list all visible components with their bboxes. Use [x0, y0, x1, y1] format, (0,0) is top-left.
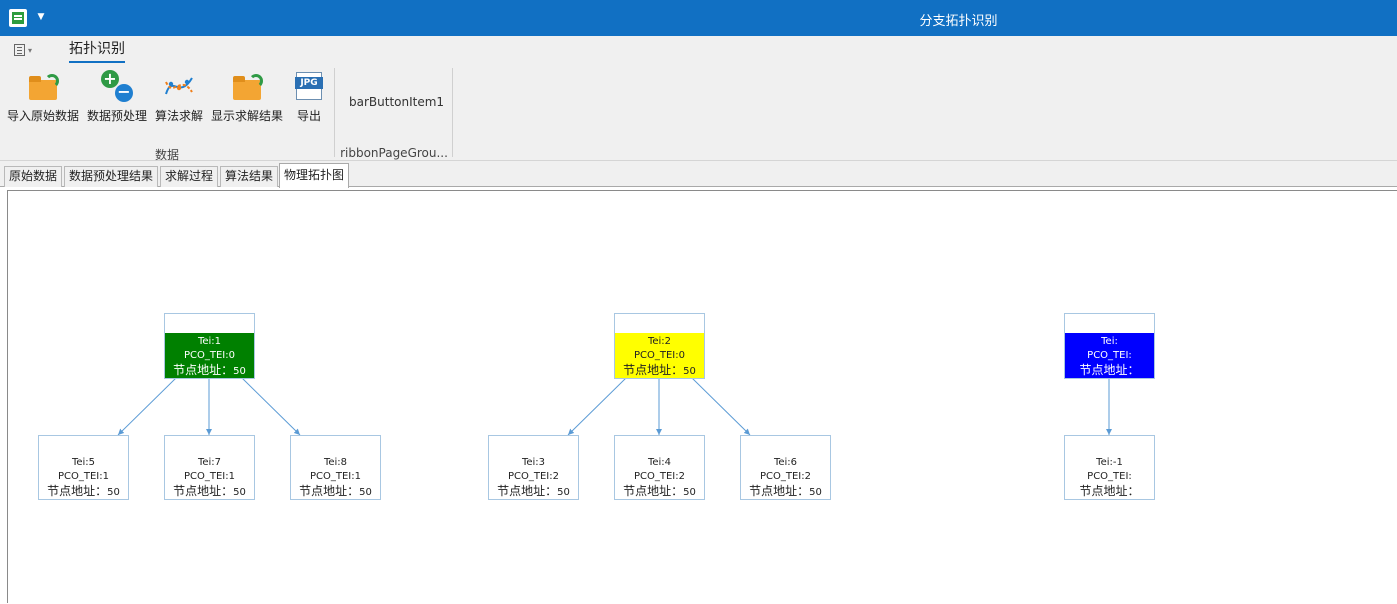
algorithm-solve-button[interactable]: 算法求解 — [155, 70, 203, 124]
node-address-value: 50 — [107, 487, 120, 498]
edge — [567, 377, 627, 436]
topology-canvas[interactable]: Tei:1 PCO_TEI:0 节点地址：50 Tei:5 PCO_TEI:1 … — [7, 190, 1397, 603]
show-result-label: 显示求解结果 — [211, 109, 284, 123]
title-bar: ▼ 分支拓扑识别 — [0, 0, 1397, 36]
topology-node-leaf[interactable]: Tei:4 PCO_TEI:2 节点地址：50 — [614, 435, 705, 500]
document-tab-bar: 原始数据 数据预处理结果 求解过程 算法结果 物理拓扑图 — [0, 161, 1397, 188]
node-address-value: 50 — [359, 487, 372, 498]
node-pco-tei: PCO_TEI: — [1087, 350, 1132, 361]
node-address-label: 节点地址： — [497, 484, 558, 498]
node-tei: Tei:7 — [197, 457, 222, 468]
node-tei: Tei:8 — [323, 457, 348, 468]
curve-algorithm-icon — [163, 70, 195, 102]
import-raw-data-label: 导入原始数据 — [7, 109, 80, 123]
edge — [691, 377, 751, 436]
node-address-label: 节点地址： — [173, 363, 234, 377]
node-address-value: 50 — [557, 487, 570, 498]
node-pco-tei: PCO_TEI:1 — [310, 471, 361, 482]
topology-node-leaf[interactable]: Tei:3 PCO_TEI:2 节点地址：50 — [488, 435, 579, 500]
ribbon-panel: 导入原始数据 + − 数据预处理 算法求解 显示求解结果 JPG 导出 数据 b… — [0, 64, 1397, 162]
node-tei: Tei:4 — [647, 457, 672, 468]
node-pco-tei: PCO_TEI:0 — [634, 350, 685, 361]
node-tei: Tei:5 — [71, 457, 96, 468]
node-tei: Tei:3 — [521, 457, 546, 468]
folder-import-icon — [27, 70, 59, 102]
node-pco-tei: PCO_TEI:2 — [634, 471, 685, 482]
window-title: 分支拓扑识别 — [919, 14, 998, 29]
node-pco-tei: PCO_TEI:0 — [184, 350, 235, 361]
group-separator — [334, 68, 335, 157]
node-tei: Tei:-1 — [1096, 457, 1123, 468]
tab-preprocess-result[interactable]: 数据预处理结果 — [64, 166, 159, 187]
topology-node-root[interactable]: Tei:2 PCO_TEI:0 节点地址：50 — [614, 313, 705, 379]
node-address-label: 节点地址： — [47, 484, 108, 498]
node-address-label: 节点地址： — [623, 484, 684, 498]
node-address-label: 节点地址： — [1079, 484, 1140, 498]
node-pco-tei: PCO_TEI:1 — [184, 471, 235, 482]
node-tei: Tei:1 — [197, 336, 222, 347]
topology-node-root[interactable]: Tei:1 PCO_TEI:0 节点地址：50 — [164, 313, 255, 379]
node-tei: Tei:2 — [647, 336, 672, 347]
node-pco-tei: PCO_TEI:1 — [58, 471, 109, 482]
tab-raw-data[interactable]: 原始数据 — [4, 166, 63, 187]
topology-node-leaf[interactable]: Tei:6 PCO_TEI:2 节点地址：50 — [740, 435, 831, 500]
ribbon-tab-bar: ▾ 拓扑识别 — [0, 36, 1397, 64]
export-label: 导出 — [296, 109, 321, 123]
node-pco-tei: PCO_TEI:2 — [760, 471, 811, 482]
node-address-label: 节点地址： — [1079, 363, 1140, 377]
node-address-label: 节点地址： — [623, 363, 684, 377]
show-result-button[interactable]: 显示求解结果 — [211, 70, 283, 124]
bar-button-item[interactable]: barButtonItem1 — [349, 95, 444, 109]
algorithm-solve-label: 算法求解 — [155, 109, 204, 123]
topology-node-root[interactable]: Tei: PCO_TEI: 节点地址： — [1064, 313, 1155, 379]
node-address-label: 节点地址： — [173, 484, 234, 498]
edge — [117, 377, 177, 436]
preprocess-data-button[interactable]: + − 数据预处理 — [87, 70, 147, 124]
topology-node-leaf[interactable]: Tei:-1 PCO_TEI: 节点地址： — [1064, 435, 1155, 500]
node-tei: Tei: — [1101, 336, 1118, 347]
node-address-value: 50 — [809, 487, 822, 498]
node-address-value: 50 — [683, 366, 696, 377]
tab-algorithm-result[interactable]: 算法结果 — [220, 166, 279, 187]
ribbon-tab-topology[interactable]: 拓扑识别 — [69, 41, 125, 63]
jpg-export-icon: JPG — [293, 70, 325, 102]
topology-node-leaf[interactable]: Tei:7 PCO_TEI:1 节点地址：50 — [164, 435, 255, 500]
topology-node-leaf[interactable]: Tei:8 PCO_TEI:1 节点地址：50 — [290, 435, 381, 500]
node-address-value: 50 — [233, 487, 246, 498]
node-address-label: 节点地址： — [749, 484, 810, 498]
topology-edges — [117, 377, 1112, 436]
jpg-badge: JPG — [295, 77, 323, 89]
add-remove-icon: + − — [101, 70, 133, 102]
folder-result-icon — [231, 70, 263, 102]
group-label-ribbon-page-group: ribbonPageGrou... — [340, 146, 448, 160]
export-button[interactable]: JPG 导出 — [293, 70, 325, 124]
group-separator — [452, 68, 453, 157]
application-menu-icon[interactable]: ▾ — [14, 44, 36, 57]
node-address-value: 50 — [683, 487, 696, 498]
import-raw-data-button[interactable]: 导入原始数据 — [7, 70, 79, 124]
node-pco-tei: PCO_TEI:2 — [508, 471, 559, 482]
node-address-label: 节点地址： — [299, 484, 360, 498]
topology-node-leaf[interactable]: Tei:5 PCO_TEI:1 节点地址：50 — [38, 435, 129, 500]
node-pco-tei: PCO_TEI: — [1087, 471, 1132, 482]
edge — [241, 377, 301, 436]
node-tei: Tei:6 — [773, 457, 798, 468]
preprocess-data-label: 数据预处理 — [87, 109, 148, 123]
tab-physical-topology[interactable]: 物理拓扑图 — [279, 163, 350, 188]
tab-solve-process[interactable]: 求解过程 — [160, 166, 219, 187]
node-address-value: 50 — [233, 366, 246, 377]
